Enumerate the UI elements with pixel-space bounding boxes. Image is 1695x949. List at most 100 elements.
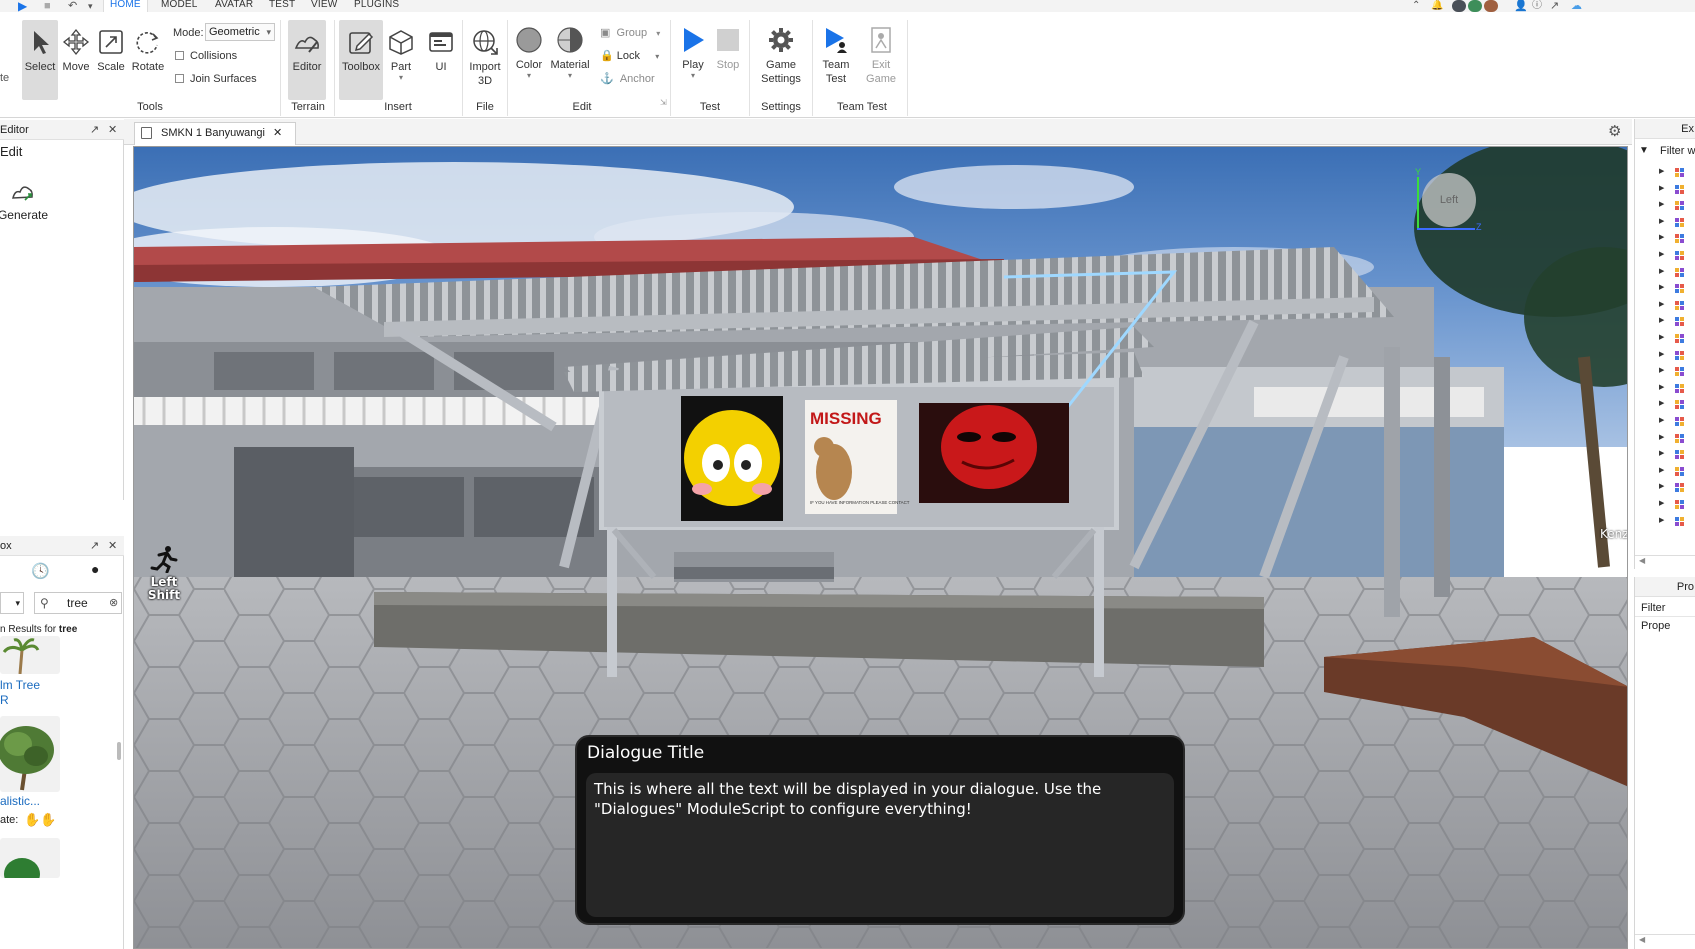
toolbox-button[interactable]: Toolbox: [339, 20, 383, 100]
category-select[interactable]: ▾: [0, 592, 24, 614]
collapse-ribbon-icon[interactable]: ⌃: [1412, 0, 1420, 12]
explorer-tree-row[interactable]: ▶: [1635, 298, 1695, 314]
avatar-3[interactable]: [1484, 0, 1498, 12]
undock-icon[interactable]: ↗: [90, 536, 99, 556]
expand-arrow-icon[interactable]: ▶: [1659, 499, 1664, 507]
undock-icon[interactable]: ↗: [90, 120, 99, 140]
avatar-2[interactable]: [1468, 0, 1482, 12]
edit-tab[interactable]: Edit: [0, 144, 22, 159]
import-3d-button[interactable]: Import 3D: [466, 28, 504, 88]
search-input[interactable]: ⚲ tree ⊗: [34, 592, 122, 614]
tab-plugins[interactable]: PLUGINS: [354, 0, 399, 12]
expand-arrow-icon[interactable]: ▶: [1659, 416, 1664, 424]
item-1-title[interactable]: lm Tree: [0, 678, 40, 692]
expand-arrow-icon[interactable]: ▶: [1659, 167, 1664, 175]
expand-arrow-icon[interactable]: ▶: [1659, 399, 1664, 407]
view-cube[interactable]: Left Y Z: [1414, 167, 1484, 237]
tab-home[interactable]: HOME: [103, 0, 148, 12]
recent-clock-icon[interactable]: 🕓: [31, 562, 50, 580]
toolbox-scrollbar[interactable]: [117, 742, 121, 760]
join-surfaces-toggle[interactable]: Join Surfaces: [175, 73, 257, 85]
quick-access-dropdown-icon[interactable]: ▾: [88, 0, 93, 12]
bush-thumbnail[interactable]: [0, 838, 60, 878]
play-button[interactable]: Play ▾: [676, 26, 710, 80]
expand-arrow-icon[interactable]: ▶: [1659, 333, 1664, 341]
explorer-tree-row[interactable]: ▶: [1635, 265, 1695, 281]
team-test-button[interactable]: Team Test: [816, 26, 856, 86]
expand-arrow-icon[interactable]: ▶: [1659, 466, 1664, 474]
anchor-button[interactable]: ⚓ Anchor: [600, 72, 655, 85]
item-2-title[interactable]: alistic...: [0, 794, 40, 808]
clear-search-icon[interactable]: ⊗: [109, 593, 118, 613]
join-surfaces-checkbox[interactable]: [175, 74, 184, 83]
explorer-tree-row[interactable]: ▶: [1635, 165, 1695, 181]
collisions-toggle[interactable]: Collisions: [175, 50, 237, 62]
expand-arrow-icon[interactable]: ▶: [1659, 366, 1664, 374]
explorer-tree-row[interactable]: ▶: [1635, 331, 1695, 347]
terrain-editor-button[interactable]: Editor: [288, 20, 326, 100]
explorer-tree-row[interactable]: ▶: [1635, 248, 1695, 264]
expand-arrow-icon[interactable]: ▶: [1659, 449, 1664, 457]
expand-arrow-icon[interactable]: ▶: [1659, 316, 1664, 324]
help-icon[interactable]: ⓘ: [1532, 0, 1542, 12]
close-tab-icon[interactable]: ✕: [273, 123, 282, 144]
explorer-hscrollbar[interactable]: ◀: [1635, 555, 1695, 567]
expand-arrow-icon[interactable]: ▶: [1659, 300, 1664, 308]
expand-arrow-icon[interactable]: ▶: [1659, 433, 1664, 441]
close-icon[interactable]: ✕: [108, 120, 117, 140]
cloud-icon[interactable]: ☁: [1571, 0, 1582, 12]
expand-arrow-icon[interactable]: ▶: [1659, 200, 1664, 208]
tab-view[interactable]: VIEW: [311, 0, 337, 12]
mode-select[interactable]: Geometric ▾: [205, 23, 275, 41]
exit-game-button[interactable]: Exit Game: [862, 26, 900, 86]
explorer-tree-row[interactable]: ▶: [1635, 480, 1695, 496]
add-user-icon[interactable]: 👤: [1514, 0, 1528, 12]
explorer-tree-row[interactable]: ▶: [1635, 447, 1695, 463]
explorer-tree-row[interactable]: ▶: [1635, 381, 1695, 397]
explorer-tree-row[interactable]: ▶: [1635, 281, 1695, 297]
expand-arrow-icon[interactable]: ▶: [1659, 283, 1664, 291]
explorer-tree-row[interactable]: ▶: [1635, 497, 1695, 513]
dialogue-box[interactable]: Dialogue Title This is where all the tex…: [575, 735, 1185, 925]
expand-arrow-icon[interactable]: ▶: [1659, 383, 1664, 391]
explorer-tree-row[interactable]: ▶: [1635, 182, 1695, 198]
explorer-tree-row[interactable]: ▶: [1635, 397, 1695, 413]
avatar-1[interactable]: [1452, 0, 1466, 12]
expand-arrow-icon[interactable]: ▶: [1659, 184, 1664, 192]
close-icon[interactable]: ✕: [108, 536, 117, 556]
expand-icon[interactable]: ⇲: [660, 98, 667, 107]
explorer-tree-row[interactable]: ▶: [1635, 231, 1695, 247]
realistic-tree-thumbnail[interactable]: [0, 716, 60, 792]
scale-button[interactable]: Scale: [94, 28, 128, 74]
item-1-subtitle[interactable]: R: [0, 693, 9, 707]
run-icon[interactable]: ▶: [18, 0, 27, 12]
explorer-tree-row[interactable]: ▶: [1635, 215, 1695, 231]
bulb-icon[interactable]: ●: [91, 561, 99, 577]
notifications-icon[interactable]: 🔔: [1431, 0, 1443, 12]
undo-icon[interactable]: ↶: [68, 0, 77, 12]
expand-arrow-icon[interactable]: ▶: [1659, 250, 1664, 258]
expand-arrow-icon[interactable]: ▶: [1659, 217, 1664, 225]
expand-arrow-icon[interactable]: ▶: [1659, 233, 1664, 241]
palm-tree-thumbnail[interactable]: [0, 636, 60, 675]
explorer-tree-row[interactable]: ▶: [1635, 364, 1695, 380]
tab-test[interactable]: TEST: [269, 0, 295, 12]
sprint-indicator[interactable]: Left Shift: [142, 545, 186, 602]
explorer-tree-row[interactable]: ▶: [1635, 314, 1695, 330]
group-button[interactable]: ▣ Group ▾: [600, 26, 660, 39]
select-button[interactable]: Select: [22, 20, 58, 100]
explorer-filter-input[interactable]: ▼ Filter w: [1635, 142, 1695, 160]
tab-avatar[interactable]: AVATAR: [215, 0, 253, 12]
rotate-button[interactable]: Rotate: [130, 28, 166, 74]
expand-arrow-icon[interactable]: ▶: [1659, 267, 1664, 275]
stop-quick-icon[interactable]: ■: [44, 0, 51, 12]
expand-arrow-icon[interactable]: ▶: [1659, 350, 1664, 358]
tab-model[interactable]: MODEL: [161, 0, 198, 12]
generate-button[interactable]: Generate: [0, 180, 60, 222]
ui-button[interactable]: UI: [425, 28, 457, 74]
explorer-tree-row[interactable]: ▶: [1635, 464, 1695, 480]
explorer-tree-row[interactable]: ▶: [1635, 431, 1695, 447]
collisions-checkbox[interactable]: [175, 51, 184, 60]
explorer-tree-row[interactable]: ▶: [1635, 348, 1695, 364]
document-tab[interactable]: SMKN 1 Banyuwangi ✕: [134, 122, 296, 145]
